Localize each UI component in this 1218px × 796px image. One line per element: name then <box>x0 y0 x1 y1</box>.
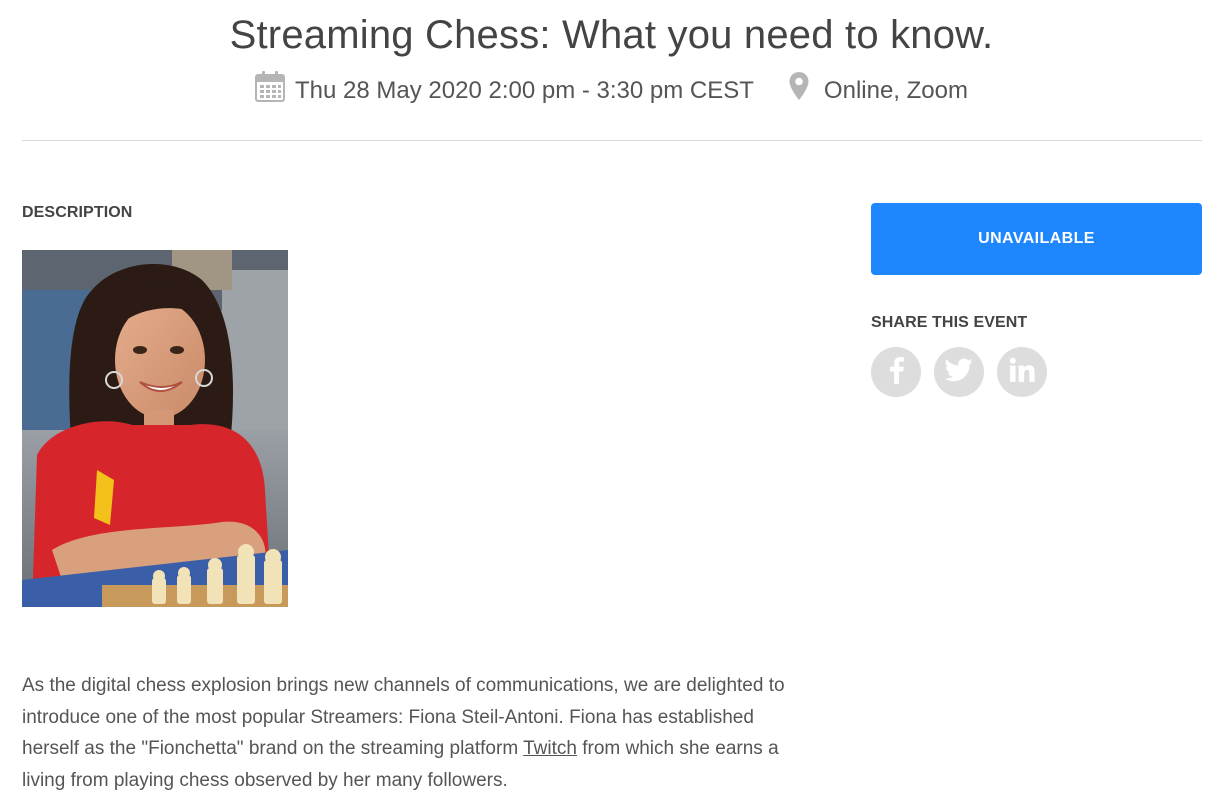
speaker-photo <box>22 250 288 607</box>
event-datetime-text: Thu 28 May 2020 2:00 pm - 3:30 pm CEST <box>295 77 754 104</box>
share-label: SHARE THIS EVENT <box>871 314 1028 331</box>
event-datetime: Thu 28 May 2020 2:00 pm - 3:30 pm CEST <box>255 70 754 112</box>
share-facebook-button[interactable] <box>871 347 921 397</box>
share-linkedin-button[interactable] <box>997 347 1047 397</box>
calendar-icon <box>255 70 286 112</box>
linkedin-icon <box>1009 357 1035 388</box>
twitter-icon <box>944 357 973 387</box>
description-text: As the digital chess explosion brings ne… <box>22 670 797 796</box>
header-divider <box>22 140 1202 141</box>
share-buttons <box>871 347 1060 397</box>
facebook-icon <box>885 356 907 389</box>
event-meta: Thu 28 May 2020 2:00 pm - 3:30 pm CEST O… <box>0 70 1218 112</box>
event-location: Online, Zoom <box>788 71 968 111</box>
event-location-text: Online, Zoom <box>823 77 968 104</box>
event-title: Streaming Chess: What you need to know. <box>229 13 994 57</box>
map-pin-icon <box>788 71 810 111</box>
twitch-link[interactable]: Twitch <box>523 738 577 759</box>
unavailable-button[interactable]: UNAVAILABLE <box>871 203 1202 275</box>
description-label: DESCRIPTION <box>22 204 133 221</box>
share-twitter-button[interactable] <box>934 347 984 397</box>
